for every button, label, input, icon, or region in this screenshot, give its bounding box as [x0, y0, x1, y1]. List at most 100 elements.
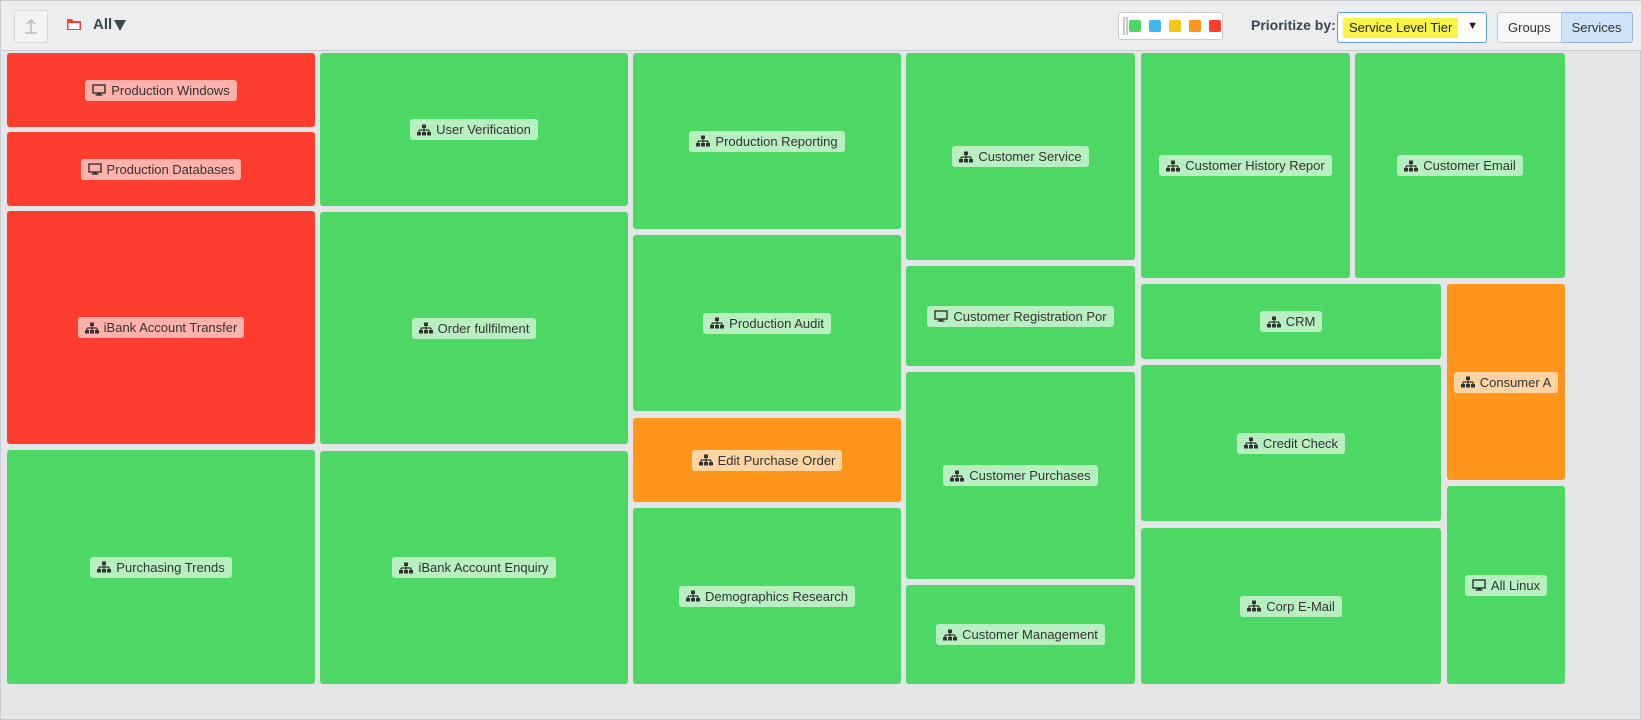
service-icon [1404, 160, 1419, 172]
treemap-tile[interactable]: Purchasing Trends [7, 450, 315, 684]
tile-label-text: Consumer A [1479, 374, 1552, 390]
treemap-tile[interactable]: Customer Management [906, 585, 1135, 684]
service-icon [97, 561, 112, 573]
service-icon [696, 135, 711, 147]
treemap-tile[interactable]: iBank Account Transfer [7, 211, 315, 444]
service-icon [1460, 376, 1475, 388]
tile-label[interactable]: Purchasing Trends [90, 556, 232, 578]
services-button[interactable]: Services [1561, 12, 1633, 43]
tile-label-text: CRM [1285, 314, 1316, 329]
toolbar: All Prioritize by: Service Level Tier ▼ … [1, 1, 1641, 51]
tile-label-text: Customer Service [978, 149, 1082, 164]
tile-label[interactable]: Customer Service [952, 146, 1089, 167]
tile-label-text: Production Windows [111, 82, 230, 98]
tile-label[interactable]: Production Databases [80, 158, 242, 180]
legend-swatch-yellow[interactable] [1168, 20, 1181, 32]
treemap-tile[interactable]: Customer Service [906, 53, 1135, 260]
tile-label[interactable]: Production Audit [703, 312, 831, 334]
status-legend[interactable] [1118, 12, 1223, 40]
legend-swatch-green[interactable] [1128, 20, 1141, 32]
tile-label-text: Customer Management [962, 627, 1098, 642]
tile-label[interactable]: Credit Check [1236, 432, 1346, 454]
tile-label[interactable]: iBank Account Enquiry [392, 557, 556, 578]
caret-down-icon[interactable] [114, 20, 126, 31]
treemap-tile[interactable]: Customer Purchases [906, 372, 1135, 579]
tile-label[interactable]: Production Reporting [689, 130, 845, 152]
service-icon [950, 470, 965, 482]
tile-label[interactable]: User Verification [410, 119, 538, 140]
tile-label-text: User Verification [436, 122, 531, 137]
legend-swatch-blue[interactable] [1148, 20, 1161, 32]
view-toggle: Groups Services [1497, 12, 1633, 43]
treemap-tile[interactable]: Credit Check [1141, 365, 1441, 521]
treemap-tile[interactable]: Edit Purchase Order [633, 418, 901, 502]
groups-button[interactable]: Groups [1497, 12, 1562, 43]
tile-label[interactable]: Customer Purchases [943, 465, 1098, 486]
monitor-icon [87, 163, 102, 175]
tile-label-text: Edit Purchase Order [717, 452, 836, 468]
service-icon [698, 454, 713, 466]
tile-label-text: Production Databases [106, 161, 235, 177]
treemap-tile[interactable]: Production Windows [7, 53, 315, 127]
service-icon [399, 562, 414, 574]
treemap-tile[interactable]: Production Databases [7, 132, 315, 206]
caret-down-icon: ▼ [1467, 20, 1478, 32]
treemap-tile[interactable]: Demographics Research [633, 508, 901, 684]
treemap-tile[interactable]: Production Reporting [633, 53, 901, 229]
tile-label-text: All Linux [1490, 577, 1541, 593]
service-icon [1247, 600, 1262, 612]
navigate-up-button[interactable] [14, 10, 48, 43]
treemap-tile[interactable]: Customer Registration Por [906, 266, 1135, 366]
service-icon [84, 322, 99, 334]
tile-label[interactable]: All Linux [1464, 574, 1548, 596]
tile-label[interactable]: Customer Email [1397, 155, 1523, 176]
folder-icon[interactable] [66, 16, 82, 32]
prioritize-value: Service Level Tier [1343, 18, 1459, 38]
tile-label-text: Production Audit [729, 315, 824, 331]
tile-label-text: Customer Email [1423, 158, 1516, 173]
treemap-tile[interactable]: Customer Email [1355, 53, 1565, 278]
monitor-icon [1472, 579, 1486, 591]
legend-swatch-red[interactable] [1208, 20, 1221, 32]
tile-label-text: Customer Registration Por [953, 308, 1107, 324]
treemap-tile[interactable]: All Linux [1447, 486, 1565, 684]
tile-label-text: iBank Account Transfer [103, 320, 238, 335]
treemap-tile[interactable]: Corp E-Mail [1141, 528, 1441, 684]
filter-all-dropdown[interactable]: All [93, 16, 112, 33]
prioritize-label: Prioritize by: [1251, 17, 1336, 33]
tile-label[interactable]: Customer History Repor [1159, 155, 1332, 176]
treemap-tile[interactable]: Consumer A [1447, 284, 1565, 480]
tile-label[interactable]: Production Windows [85, 79, 237, 101]
tile-label[interactable]: Customer Management [936, 624, 1105, 645]
tile-label[interactable]: Edit Purchase Order [691, 449, 843, 471]
treemap-tile[interactable]: iBank Account Enquiry [320, 451, 628, 684]
tile-label-text: Production Reporting [715, 133, 838, 149]
tile-label-text: Demographics Research [704, 588, 849, 604]
tile-label-text: Credit Check [1262, 435, 1339, 451]
arrow-up-icon [25, 18, 37, 34]
tile-label-text: iBank Account Enquiry [418, 560, 549, 575]
monitor-icon [92, 84, 106, 96]
service-icon [685, 590, 700, 602]
tile-label[interactable]: CRM [1259, 311, 1323, 332]
tile-label[interactable]: iBank Account Transfer [77, 317, 245, 338]
service-icon [710, 317, 725, 329]
tile-label[interactable]: Demographics Research [678, 585, 856, 607]
tile-label-text: Corp E-Mail [1266, 598, 1335, 614]
tile-label-text: Customer Purchases [969, 468, 1091, 483]
drag-handle-icon[interactable] [1123, 17, 1128, 35]
treemap-tile[interactable]: Production Audit [633, 235, 901, 411]
tile-label[interactable]: Customer Registration Por [927, 305, 1114, 327]
tile-label-text: Customer History Repor [1185, 158, 1325, 173]
treemap-tile[interactable]: Order fullfilment [320, 212, 628, 444]
tile-label[interactable]: Order fullfilment [411, 317, 537, 339]
service-icon [418, 322, 433, 334]
treemap-tile[interactable]: Customer History Repor [1141, 53, 1350, 278]
legend-swatch-orange[interactable] [1188, 20, 1201, 32]
service-icon [417, 124, 432, 136]
treemap-tile[interactable]: CRM [1141, 284, 1441, 359]
tile-label[interactable]: Corp E-Mail [1240, 595, 1342, 617]
tile-label[interactable]: Consumer A [1453, 371, 1559, 393]
treemap-tile[interactable]: User Verification [320, 53, 628, 206]
prioritize-select[interactable]: Service Level Tier ▼ [1337, 12, 1487, 43]
